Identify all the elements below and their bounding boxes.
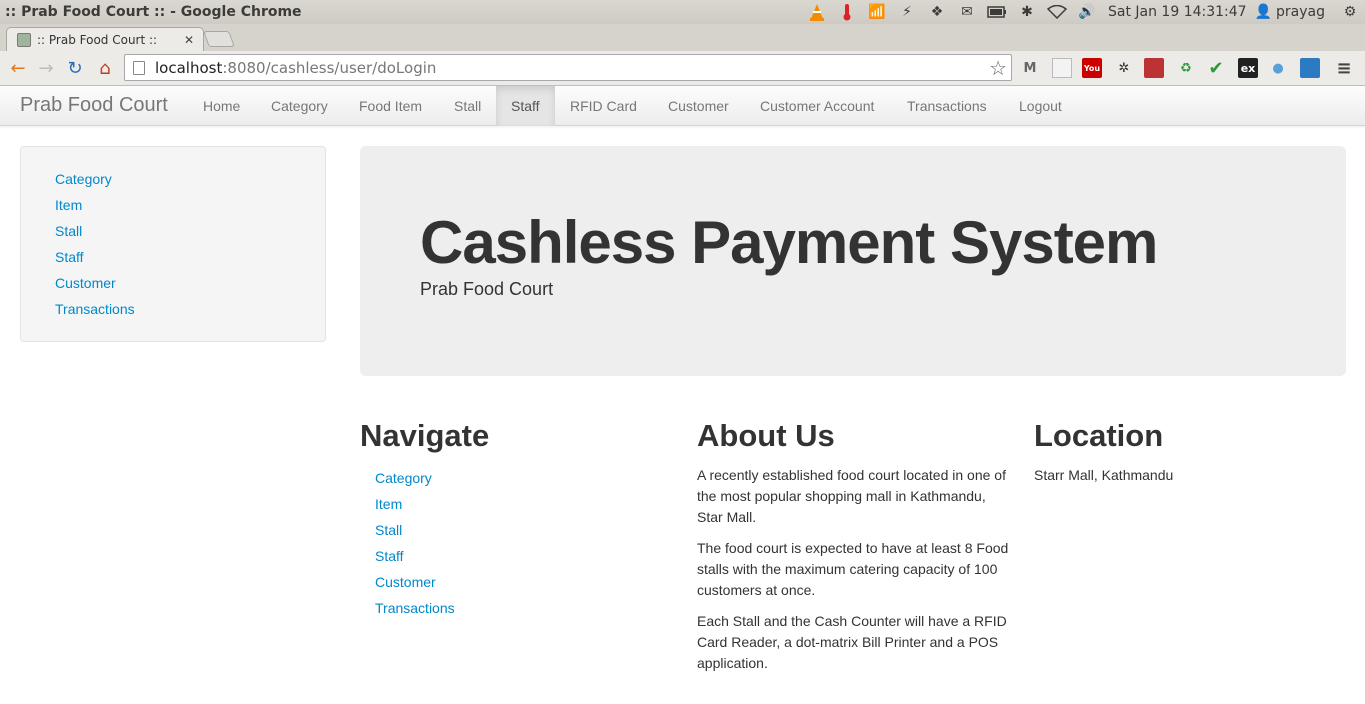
network-signal-icon[interactable]: 📶 xyxy=(862,0,892,24)
person-icon: 👤 xyxy=(1254,4,1273,20)
nav-home[interactable]: Home xyxy=(188,86,255,126)
sidebar-link-customer[interactable]: Customer xyxy=(55,273,135,299)
battery-icon[interactable] xyxy=(982,0,1012,24)
navigate-link-transactions[interactable]: Transactions xyxy=(375,598,670,624)
navigate-list: Category Item Stall Staff Customer Trans… xyxy=(375,468,670,624)
wifi-icon[interactable] xyxy=(1042,0,1072,24)
menu-icon[interactable]: ≡ xyxy=(1334,58,1354,79)
sidebar-link-item[interactable]: Item xyxy=(55,195,135,221)
system-tray: 📶 ⚡ ❖ ✉ ✱ 🔊 Sat Jan 19 14:31:47 👤 prayag… xyxy=(802,0,1365,24)
sidebar: Category Item Stall Staff Customer Trans… xyxy=(20,146,326,342)
tab-title: :: Prab Food Court :: xyxy=(37,32,158,47)
sidebar-link-category[interactable]: Category xyxy=(55,169,135,195)
vlc-icon[interactable] xyxy=(802,0,832,24)
lightbulb-icon[interactable]: ● xyxy=(1268,58,1288,78)
about-heading: About Us xyxy=(697,418,835,453)
power-icon[interactable]: ⚡ xyxy=(892,0,922,24)
nav-transactions[interactable]: Transactions xyxy=(892,86,1002,126)
sidebar-list: Category Item Stall Staff Customer Trans… xyxy=(55,169,135,325)
dropbox-icon[interactable]: ❖ xyxy=(922,0,952,24)
nav-logout[interactable]: Logout xyxy=(1004,86,1077,126)
window-title: :: Prab Food Court :: - Google Chrome xyxy=(5,4,302,20)
checkmark-icon[interactable]: ✔ xyxy=(1206,58,1226,79)
page-icon xyxy=(133,60,145,75)
navigate-link-item[interactable]: Item xyxy=(375,494,670,520)
user-name: prayag xyxy=(1276,4,1325,20)
thermometer-icon[interactable] xyxy=(832,0,862,24)
recycle-icon[interactable]: ♻ xyxy=(1176,58,1196,78)
bluetooth-icon[interactable]: ✱ xyxy=(1012,0,1042,24)
ex-extension-icon[interactable]: ex xyxy=(1238,58,1258,78)
nav-customer-account[interactable]: Customer Account xyxy=(745,86,889,126)
sidebar-link-staff[interactable]: Staff xyxy=(55,247,135,273)
nav-category[interactable]: Category xyxy=(256,86,343,126)
mail-icon[interactable]: ✉ xyxy=(952,0,982,24)
close-tab-icon[interactable]: ✕ xyxy=(181,33,197,47)
url-path: :8080/cashless/user/doLogin xyxy=(222,58,437,77)
nav-rfid-card[interactable]: RFID Card xyxy=(555,86,652,126)
user-menu[interactable]: 👤 prayag xyxy=(1255,4,1335,20)
blank-extension-icon[interactable] xyxy=(1052,58,1072,78)
navigate-link-stall[interactable]: Stall xyxy=(375,520,670,546)
nav-stall[interactable]: Stall xyxy=(439,86,496,126)
navigate-section: Navigate Category Item Stall Staff Custo… xyxy=(360,416,670,624)
settings-gear-icon[interactable]: ⚙ xyxy=(1335,0,1365,24)
location-heading: Location xyxy=(1034,418,1164,453)
location-section: Location Starr Mall, Kathmandu xyxy=(1034,416,1344,486)
sidebar-link-stall[interactable]: Stall xyxy=(55,221,135,247)
about-paragraph: Each Stall and the Cash Counter will hav… xyxy=(697,613,1007,671)
hero-title: Cashless Payment System xyxy=(420,209,1158,276)
about-section: About Us A recently established food cou… xyxy=(697,416,1012,674)
location-text: Starr Mall, Kathmandu xyxy=(1034,467,1174,483)
nav-staff[interactable]: Staff xyxy=(496,86,555,126)
new-tab-button[interactable] xyxy=(203,31,235,47)
hero-subtitle: Prab Food Court xyxy=(420,279,554,299)
nav-food-item[interactable]: Food Item xyxy=(344,86,437,126)
clock[interactable]: Sat Jan 19 14:31:47 xyxy=(1102,4,1255,20)
os-top-bar: :: Prab Food Court :: - Google Chrome 📶 … xyxy=(0,0,1365,24)
navigate-heading: Navigate xyxy=(360,418,490,453)
home-icon[interactable]: ⌂ xyxy=(92,56,118,80)
bookmark-star-icon[interactable]: ☆ xyxy=(989,56,1007,80)
tab-strip: :: Prab Food Court :: ✕ xyxy=(0,24,1365,51)
back-arrow-icon[interactable]: ← xyxy=(5,56,31,80)
brand-link[interactable]: Prab Food Court xyxy=(20,94,168,117)
navigate-link-staff[interactable]: Staff xyxy=(375,546,670,572)
about-paragraph: The food court is expected to have at le… xyxy=(697,540,1009,598)
gmail-checker-icon[interactable]: M xyxy=(1020,58,1040,78)
app-navbar: Prab Food Court Home Category Food Item … xyxy=(0,86,1365,126)
bug-icon[interactable]: ✲ xyxy=(1114,58,1134,78)
browser-tab[interactable]: :: Prab Food Court :: ✕ xyxy=(6,27,204,51)
address-bar[interactable]: localhost :8080/cashless/user/doLogin ☆ xyxy=(124,54,1012,81)
youtube-icon[interactable]: You xyxy=(1082,58,1102,78)
forward-arrow-icon[interactable]: → xyxy=(33,56,59,80)
about-paragraph: A recently established food court locate… xyxy=(697,467,1006,525)
sidebar-link-transactions[interactable]: Transactions xyxy=(55,299,135,325)
favicon-icon xyxy=(17,32,31,47)
reload-icon[interactable]: ↻ xyxy=(62,56,88,80)
navigate-link-category[interactable]: Category xyxy=(375,468,670,494)
book-icon[interactable] xyxy=(1144,58,1164,78)
volume-icon[interactable]: 🔊 xyxy=(1072,0,1102,24)
url-host: localhost xyxy=(155,58,223,77)
screen-capture-icon[interactable] xyxy=(1300,58,1320,78)
hero-unit: Cashless Payment System Prab Food Court xyxy=(360,146,1346,376)
browser-toolbar: ← → ↻ ⌂ localhost :8080/cashless/user/do… xyxy=(0,51,1365,86)
nav-customer[interactable]: Customer xyxy=(653,86,744,126)
navigate-link-customer[interactable]: Customer xyxy=(375,572,670,598)
